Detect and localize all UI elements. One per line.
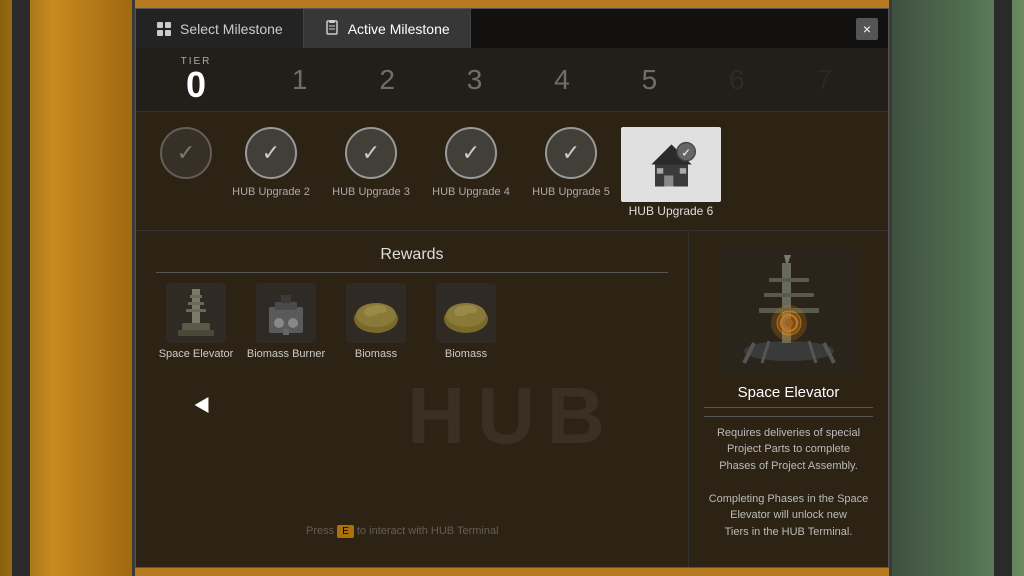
tier-num-3: 3 — [445, 64, 505, 96]
milestone-label-5: HUB Upgrade 5 — [532, 185, 610, 199]
milestone-item-6[interactable]: ✓ HUB Upgrade 6 — [626, 127, 716, 220]
hub-building-icon: ✓ — [644, 137, 699, 192]
biomass-img-1 — [346, 283, 406, 343]
rewards-grid: Space Elevator Biomass B — [156, 283, 668, 360]
tab-select-label: Select Milestone — [180, 21, 283, 37]
info-desc-line3: Completing Phases in the Space Elevator … — [709, 493, 869, 522]
milestone-item-3[interactable]: ✓ HUB Upgrade 3 — [326, 127, 416, 199]
milestone-modal: Select Milestone Active Milestone × TIER… — [135, 8, 889, 568]
tier-row: TIER 0 1 2 3 4 5 6 7 — [136, 48, 888, 112]
info-divider — [704, 416, 873, 417]
tier-num-6: 6 — [707, 64, 767, 96]
reward-label-biomass1: Biomass — [355, 348, 397, 360]
tier-num-7: 7 — [794, 64, 854, 96]
info-desc-line1: Requires deliveries of special Project P… — [717, 427, 860, 456]
tab-select-milestone[interactable]: Select Milestone — [136, 9, 304, 48]
tab-active-milestone[interactable]: Active Milestone — [304, 9, 471, 48]
milestone-circle-5: ✓ — [545, 127, 597, 179]
info-desc-line2: Phases of Project Assembly. — [719, 460, 858, 472]
biomass-img-2 — [436, 283, 496, 343]
info-desc-line4: Tiers in the HUB Terminal. — [725, 526, 853, 538]
close-button[interactable]: × — [856, 18, 878, 40]
biomass-burner-img — [256, 283, 316, 343]
milestone-circle-2: ✓ — [245, 127, 297, 179]
reward-label-biomass2: Biomass — [445, 348, 487, 360]
reward-label-elevator: Space Elevator — [159, 348, 234, 360]
main-content: HUB Rewards — [136, 231, 888, 567]
milestone-circle-3: ✓ — [345, 127, 397, 179]
milestone-label-4: HUB Upgrade 4 — [432, 185, 510, 199]
right-stripe — [994, 0, 1012, 576]
info-title: Space Elevator — [704, 384, 873, 408]
rewards-panel: Rewards Space Elevator — [136, 231, 688, 567]
milestone-scroll: ✓ ✓ HUB Upgrade 2 ✓ HUB Upgrade 3 ✓ HUB … — [136, 112, 888, 231]
milestone-label-2: HUB Upgrade 2 — [232, 185, 310, 199]
reward-biomass-burner[interactable]: Biomass Burner — [246, 283, 326, 360]
reward-space-elevator[interactable]: Space Elevator — [156, 283, 236, 360]
svg-text:✓: ✓ — [681, 147, 690, 159]
info-panel: Space Elevator Requires deliveries of sp… — [688, 231, 888, 567]
milestone-circle-4: ✓ — [445, 127, 497, 179]
reward-biomass-1[interactable]: Biomass — [336, 283, 416, 360]
milestone-item-4[interactable]: ✓ HUB Upgrade 4 — [426, 127, 516, 199]
tier-num-4: 4 — [532, 64, 592, 96]
milestone-label-3: HUB Upgrade 3 — [332, 185, 410, 199]
grid-icon — [156, 21, 172, 37]
tier-num-1: 1 — [270, 64, 330, 96]
tier-num-5: 5 — [619, 64, 679, 96]
check-icon-4: ✓ — [462, 140, 480, 166]
space-elevator-machine-img — [719, 246, 859, 376]
milestone-item-2[interactable]: ✓ HUB Upgrade 2 — [226, 127, 316, 199]
tab-bar: Select Milestone Active Milestone × — [136, 9, 888, 48]
milestone-item-5[interactable]: ✓ HUB Upgrade 5 — [526, 127, 616, 199]
rewards-title: Rewards — [156, 246, 668, 273]
tab-active-label: Active Milestone — [348, 21, 450, 37]
check-icon-5: ✓ — [562, 140, 580, 166]
press-hint: Press E to interact with HUB Terminal — [306, 525, 499, 537]
left-stripe — [12, 0, 30, 576]
milestone-circle-1: ✓ — [160, 127, 212, 179]
space-elevator-img — [166, 283, 226, 343]
check-icon-2: ✓ — [262, 140, 280, 166]
left-panel — [0, 0, 135, 576]
clipboard-icon — [324, 19, 340, 38]
tier-num-2: 2 — [357, 64, 417, 96]
tier-box: TIER 0 — [156, 56, 236, 103]
milestone-label-6: HUB Upgrade 6 — [629, 204, 714, 220]
right-panel — [889, 0, 1024, 576]
info-description: Requires deliveries of special Project P… — [704, 425, 873, 541]
reward-biomass-2[interactable]: Biomass — [426, 283, 506, 360]
tier-number: 0 — [186, 67, 206, 103]
check-icon-3: ✓ — [362, 140, 380, 166]
milestone-item-1[interactable]: ✓ — [156, 127, 216, 185]
reward-label-burner: Biomass Burner — [247, 348, 325, 360]
check-icon-1: ✓ — [177, 140, 195, 166]
tier-numbers: 1 2 3 4 5 6 7 — [236, 64, 868, 96]
